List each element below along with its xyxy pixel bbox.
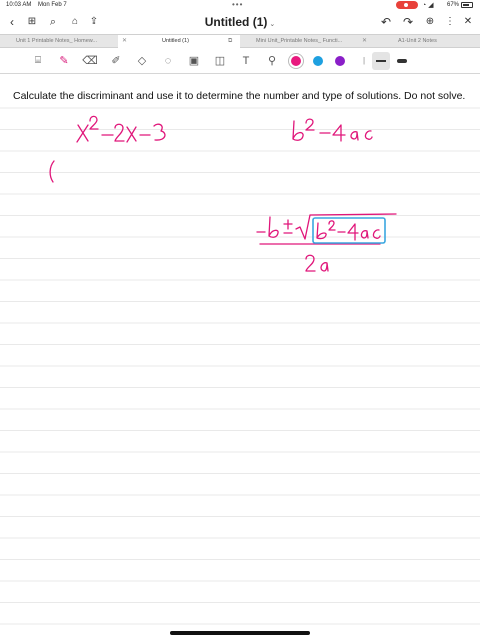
notebook-page[interactable]: Calculate the discriminant and use it to…: [0, 75, 480, 630]
image-icon[interactable]: ▣: [186, 53, 202, 69]
highlighter-icon[interactable]: ✐: [108, 53, 124, 69]
close-tab-icon[interactable]: ✕: [122, 35, 127, 48]
screen-record-icon: [396, 1, 418, 9]
status-bar: 10:03 AM Mon Feb 7 ••• ◔ ◢ 67%: [0, 0, 480, 11]
tab-bar: Unit 1 Printable Notes_ Homew... ✕ Untit…: [0, 34, 480, 49]
battery-percent: 67%: [447, 2, 460, 8]
stroke-thick-button[interactable]: [397, 59, 407, 63]
tool-bar: ⌸ ✎ ⌫ ✐ ◇ ◌ ▣ ◫ T ⚲ |: [0, 48, 480, 74]
split-view-icon[interactable]: ⧉: [228, 35, 232, 48]
nav-bar: ‹ ⊞ ⌕ ⌂ ⇪ Untitled (1) ⌄ ↶ ↷ ⊕ ⋮ ✕: [0, 11, 480, 33]
undo-icon[interactable]: ↶: [378, 14, 394, 30]
back-icon[interactable]: ‹: [4, 14, 20, 30]
color-swatch-purple[interactable]: [335, 56, 345, 66]
close-icon[interactable]: ✕: [460, 14, 476, 30]
handwritten-radicand: [316, 220, 381, 241]
chevron-down-icon: ⌄: [269, 21, 276, 28]
lasso-icon[interactable]: ⌸: [30, 53, 46, 69]
pen-icon[interactable]: ✎: [56, 53, 72, 69]
tab-unit1-notes[interactable]: Unit 1 Printable Notes_ Homew...: [0, 35, 118, 48]
camera-icon[interactable]: ◫: [212, 53, 228, 69]
discriminant-highlight-box: [312, 217, 386, 244]
grid-icon[interactable]: ⊞: [24, 14, 40, 30]
handwritten-discriminant: [292, 118, 373, 142]
text-icon[interactable]: T: [238, 53, 254, 69]
share-icon[interactable]: ⇪: [86, 14, 102, 30]
status-time: 10:03 AM: [6, 2, 32, 8]
add-page-icon[interactable]: ⊕: [422, 14, 438, 30]
tab-label: Mini Unit_Printable Notes_ Functi...: [256, 38, 343, 44]
separator: |: [362, 56, 366, 65]
search-icon[interactable]: ⌕: [45, 14, 61, 30]
tab-label: A1-Unit 2 Notes: [398, 38, 437, 44]
document-title-text: Untitled (1): [204, 15, 268, 29]
tab-label: Unit 1 Printable Notes_ Homew...: [16, 38, 98, 44]
shapes-icon[interactable]: ◇: [134, 53, 150, 69]
handwriting-layer: [49, 115, 397, 272]
lasso-select-icon[interactable]: ◌: [160, 53, 176, 69]
home-indicator: [170, 631, 310, 635]
stroke-thin-button[interactable]: [372, 52, 390, 70]
document-title[interactable]: Untitled (1) ⌄: [190, 15, 290, 29]
redo-icon[interactable]: ↷: [400, 14, 416, 30]
multitask-icon[interactable]: •••: [232, 0, 243, 9]
eraser-icon[interactable]: ⌫: [82, 53, 98, 69]
thin-line-icon: [376, 60, 386, 62]
tab-a1-unit2-notes[interactable]: ✕ A1-Unit 2 Notes: [358, 35, 480, 48]
battery-icon: [461, 2, 473, 8]
status-date: Mon Feb 7: [38, 2, 67, 8]
color-swatch-blue[interactable]: [313, 56, 323, 66]
tab-untitled[interactable]: ✕ Untitled (1) ⧉: [118, 35, 240, 49]
handwritten-parenthesis: [49, 160, 55, 183]
bookmark-icon[interactable]: ⌂: [67, 14, 83, 30]
more-icon[interactable]: ⋮: [442, 14, 458, 30]
color-swatch-pink[interactable]: [291, 56, 301, 66]
close-tab-icon[interactable]: ✕: [362, 35, 367, 48]
tab-mini-unit-notes[interactable]: Mini Unit_Printable Notes_ Functi...: [240, 35, 358, 48]
link-icon[interactable]: ⚲: [264, 53, 280, 69]
tab-label: Untitled (1): [162, 38, 189, 44]
handwritten-equation: [76, 115, 166, 143]
wifi-icon: ◔ ◢: [422, 2, 434, 9]
